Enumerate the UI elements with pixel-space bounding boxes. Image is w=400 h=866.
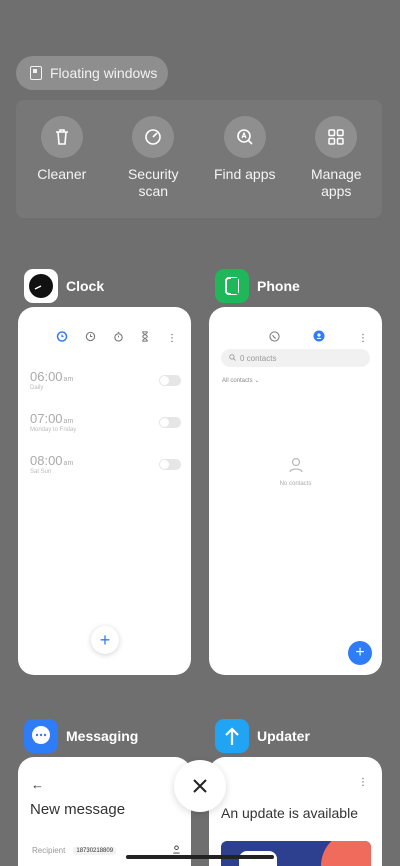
cleaner-button[interactable]: Cleaner (22, 116, 102, 218)
home-indicator[interactable] (126, 855, 274, 859)
close-icon (193, 779, 207, 793)
cleaner-label: Cleaner (37, 166, 87, 182)
alarm-row[interactable]: 06:00am Daily (30, 369, 181, 391)
alarm-ampm: am (63, 376, 74, 383)
security-scan-label: Security scan (127, 166, 179, 199)
quick-tools-panel: Cleaner Security scan Find apps Manage a… (16, 100, 382, 218)
alarm-ampm: am (63, 460, 74, 467)
no-contacts-text: No contacts (279, 481, 312, 487)
messaging-app-card[interactable]: ← New message Recipient 18730218809 (18, 757, 191, 866)
phone-app-header[interactable]: Phone (215, 269, 300, 303)
back-arrow-icon[interactable]: ← (31, 777, 44, 792)
contacts-tab-icon[interactable] (313, 329, 325, 347)
grid-apps-icon (315, 116, 358, 158)
update-available-title: An update is available (221, 805, 358, 821)
clock-app-icon (24, 269, 58, 303)
clock-app-name: Clock (66, 278, 105, 294)
updater-app-card[interactable]: ⋮ An update is available (209, 757, 382, 866)
contacts-search-input[interactable]: 0 contacts (221, 349, 370, 367)
phone-tabs: ⋮ (269, 329, 368, 347)
updater-app-header[interactable]: Updater (215, 719, 310, 753)
manage-apps-label: Manage apps (310, 166, 362, 199)
recipient-chip[interactable]: 18730218809 (73, 846, 117, 855)
alarm-toggle[interactable] (159, 458, 181, 470)
contacts-search-placeholder: 0 contacts (240, 353, 277, 363)
alarm-time: 06:00 (30, 369, 63, 384)
update-banner-image (221, 841, 371, 866)
find-apps-icon (223, 116, 266, 158)
phone-app-icon (215, 269, 249, 303)
security-scan-button[interactable]: Security scan (113, 116, 193, 218)
more-options-icon[interactable]: ⋮ (358, 777, 368, 788)
messaging-app-icon (24, 719, 58, 753)
alarm-toggle[interactable] (159, 374, 181, 386)
floating-window-icon (30, 66, 42, 80)
plus-icon: + (355, 644, 365, 661)
floating-windows-button[interactable]: Floating windows (16, 56, 168, 90)
alarm-tab-icon[interactable] (56, 329, 68, 347)
security-scan-icon (132, 116, 175, 158)
stopwatch-tab-icon[interactable] (113, 329, 124, 347)
add-contact-button[interactable]: + (348, 641, 372, 665)
contacts-empty-state: No contacts (209, 457, 382, 487)
clock-tabs: ⋮ (56, 329, 177, 347)
updater-app-icon (215, 719, 249, 753)
timer-tab-icon[interactable] (140, 329, 150, 347)
recipient-label: Recipient (32, 846, 66, 855)
alarm-row[interactable]: 08:00am Sat Sun (30, 453, 181, 475)
updater-app-name: Updater (257, 728, 310, 744)
world-clock-tab-icon[interactable] (85, 329, 96, 347)
close-all-button[interactable] (174, 760, 226, 812)
search-icon (229, 353, 236, 363)
messaging-app-header[interactable]: Messaging (24, 719, 138, 753)
phone-app-name: Phone (257, 278, 300, 294)
clock-app-header[interactable]: Clock (24, 269, 104, 303)
more-options-icon[interactable]: ⋮ (358, 333, 368, 344)
contacts-filter-dropdown[interactable]: All contacts ⌄ (222, 377, 259, 384)
phone-app-card[interactable]: ⋮ 0 contacts All contacts ⌄ No contacts … (209, 307, 382, 675)
alarm-time: 08:00 (30, 453, 63, 468)
person-icon (288, 457, 304, 478)
find-apps-label: Find apps (214, 166, 276, 182)
manage-apps-button[interactable]: Manage apps (296, 116, 376, 218)
add-alarm-button[interactable]: + (91, 626, 119, 654)
find-apps-button[interactable]: Find apps (205, 116, 285, 218)
alarm-repeat: Monday to Friday (30, 427, 77, 433)
messaging-app-name: Messaging (66, 728, 139, 744)
plus-icon: + (99, 629, 111, 650)
alarm-toggle[interactable] (159, 416, 181, 428)
more-options-icon[interactable]: ⋮ (167, 333, 177, 344)
alarm-time: 07:00 (30, 411, 63, 426)
call-log-tab-icon[interactable] (269, 329, 280, 347)
new-message-title: New message (30, 801, 126, 818)
trash-icon (40, 116, 83, 158)
contacts-filter-label: All contacts (222, 378, 253, 384)
clock-app-card[interactable]: ⋮ 06:00am Daily 07:00am Monday to Friday… (18, 307, 191, 675)
floating-windows-label: Floating windows (50, 65, 158, 81)
alarm-repeat: Sat Sun (30, 469, 52, 475)
chevron-down-icon: ⌄ (254, 378, 260, 384)
alarm-row[interactable]: 07:00am Monday to Friday (30, 411, 181, 433)
alarm-repeat: Daily (30, 385, 44, 391)
alarm-ampm: am (63, 418, 74, 425)
